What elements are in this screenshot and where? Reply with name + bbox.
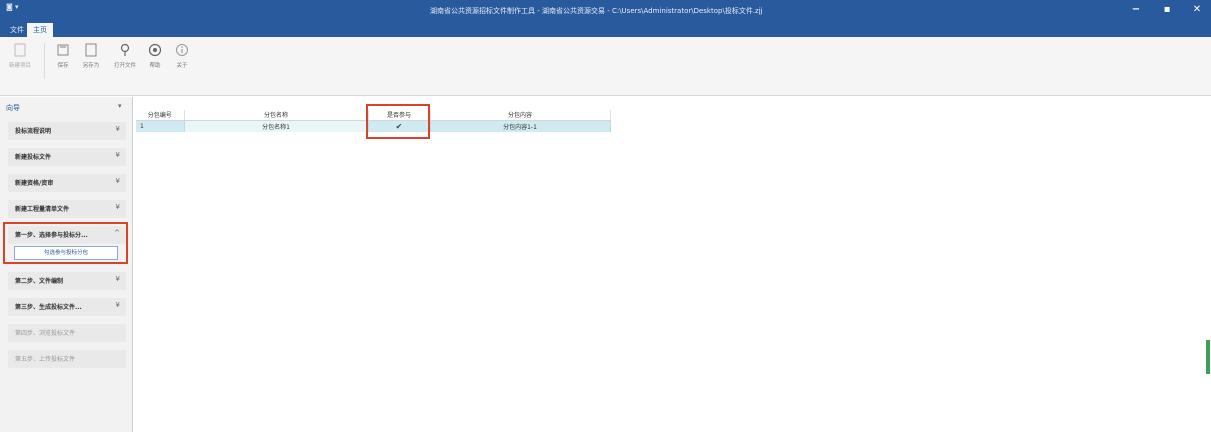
save-button[interactable]: 保存	[49, 43, 77, 69]
sidebar-item-label: 新建资格/资审	[15, 180, 54, 187]
sidebar-item-label: 新建投标文件	[15, 154, 52, 161]
sidebar-pin-icon[interactable]: ▾	[118, 102, 122, 110]
sidebar-item-label: 第三步、生成投标文件...	[15, 304, 82, 311]
sidebar-item-bill[interactable]: 新建工程量清单文件 ¥	[8, 200, 126, 218]
sidebar-item-qualification[interactable]: 新建资格/资审 ¥	[8, 174, 126, 192]
location-icon	[120, 43, 130, 56]
scrollbar-indicator[interactable]	[1206, 340, 1210, 374]
ribbon: 新建项目 保存 另存为 打开文件 帮助 关于	[0, 37, 1211, 96]
sidebar-item-step4[interactable]: 第四步、浏览投标文件	[8, 324, 126, 342]
sidebar-item-label: 第二步、文件编制	[15, 278, 64, 285]
sidebar-item-step3[interactable]: 第三步、生成投标文件... ¥	[8, 298, 126, 316]
new-project-button[interactable]: 新建项目	[6, 43, 34, 69]
sidebar-item-new-bid[interactable]: 新建投标文件 ¥	[8, 148, 126, 166]
chevron-down-icon: ¥	[115, 203, 120, 211]
ribbon-separator	[44, 43, 45, 79]
app-window: ◙ ▾ 湖南省公共资源招标文件制作工具 - 湖南省公共资源交易 - C:\Use…	[0, 0, 1211, 432]
column-header-id[interactable]: 分包编号	[136, 110, 185, 121]
sidebar-item-label: 新建工程量清单文件	[15, 206, 70, 213]
chevron-down-icon: ¥	[115, 301, 120, 309]
cell-package-id[interactable]: 1	[136, 120, 185, 132]
title-bar: ◙ ▾ 湖南省公共资源招标文件制作工具 - 湖南省公共资源交易 - C:\Use…	[0, 0, 1211, 37]
save-as-button[interactable]: 另存为	[77, 43, 105, 69]
save-label: 保存	[57, 63, 69, 69]
close-button[interactable]: ✕	[1188, 4, 1206, 15]
chevron-down-icon: ¥	[115, 275, 120, 283]
highlight-box-participate	[366, 104, 430, 139]
chevron-down-icon: ¥	[115, 177, 120, 185]
open-file-label: 打开文件	[113, 63, 136, 69]
about-label: 关于	[176, 63, 188, 69]
help-icon	[148, 43, 162, 57]
new-project-icon	[14, 43, 26, 57]
quick-access-toolbar[interactable]: ◙ ▾	[6, 3, 19, 11]
sidebar-item-label: 第四步、浏览投标文件	[15, 330, 76, 337]
column-header-content[interactable]: 分包内容	[430, 110, 611, 121]
highlight-box-step1	[3, 222, 128, 264]
maximize-button[interactable]: ▪	[1158, 4, 1176, 15]
sidebar-item-label: 第五步、上传投标文件	[15, 356, 76, 363]
wizard-sidebar: 向导 ▾ 投标流程说明 ¥ 新建投标文件 ¥ 新建资格/资审 ¥ 新建工程量清单…	[0, 97, 133, 432]
sidebar-item-step2[interactable]: 第二步、文件编制 ¥	[8, 272, 126, 290]
chevron-down-icon: ¥	[115, 151, 120, 159]
open-file-button[interactable]: 打开文件	[111, 43, 139, 69]
chevron-down-icon: ¥	[115, 125, 120, 133]
sidebar-item-step5[interactable]: 第五步、上传投标文件	[8, 350, 126, 368]
help-label: 帮助	[149, 63, 161, 69]
sidebar-item-process[interactable]: 投标流程说明 ¥	[8, 122, 126, 140]
new-project-label: 新建项目	[8, 63, 31, 69]
save-as-icon	[85, 43, 97, 57]
cell-package-content[interactable]: 分包内容1-1	[430, 120, 611, 132]
info-icon	[176, 44, 188, 56]
cell-package-name[interactable]: 分包名称1	[184, 120, 369, 132]
save-icon	[57, 44, 69, 56]
help-button[interactable]: 帮助	[141, 43, 169, 69]
minimize-button[interactable]: −	[1127, 4, 1145, 15]
window-title: 湖南省公共资源招标文件制作工具 - 湖南省公共资源交易 - C:\Users\A…	[430, 7, 763, 15]
sidebar-title: 向导	[6, 104, 20, 112]
about-button[interactable]: 关于	[168, 43, 196, 69]
save-as-label: 另存为	[82, 63, 100, 69]
column-header-name[interactable]: 分包名称	[184, 110, 369, 121]
sidebar-item-label: 投标流程说明	[15, 128, 52, 135]
tab-home[interactable]: 主页	[27, 23, 53, 37]
